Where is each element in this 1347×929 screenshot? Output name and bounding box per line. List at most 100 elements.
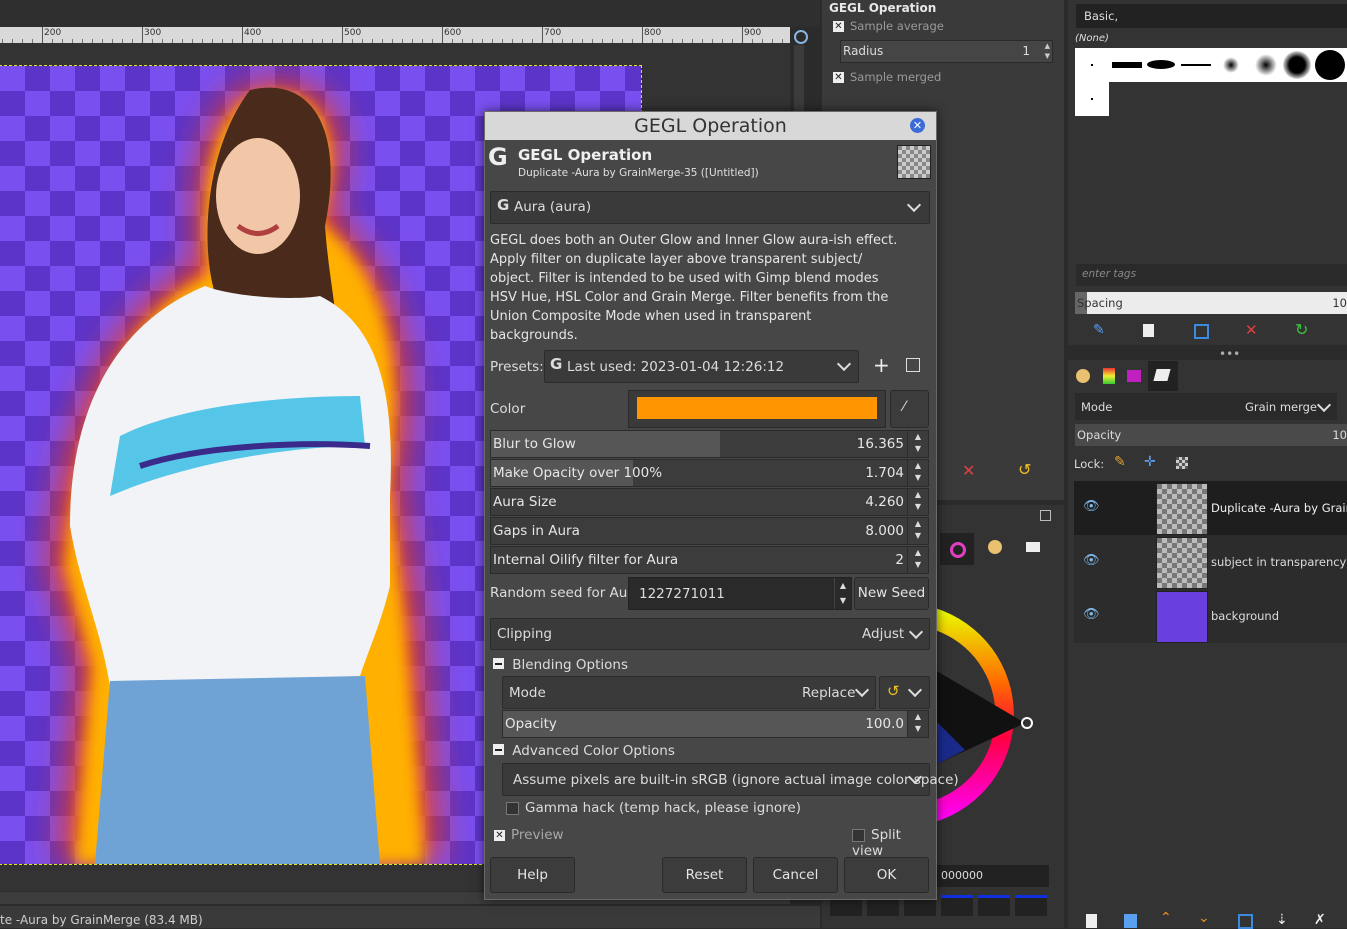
brush-grid[interactable]: [1075, 48, 1347, 82]
spin-arrows-icon[interactable]: ▲ ▼: [834, 578, 851, 609]
spin-arrows-icon[interactable]: ▲ ▼: [907, 518, 928, 544]
new-seed-button[interactable]: New Seed: [854, 577, 929, 610]
split-view-checkbox[interactable]: Split view: [852, 827, 936, 859]
spin-arrows-icon[interactable]: ▲ ▼: [907, 547, 928, 573]
ok-button[interactable]: OK: [844, 857, 929, 893]
help-button[interactable]: Help: [490, 857, 575, 893]
spin-arrows-icon[interactable]: ▲ ▼: [907, 431, 928, 457]
brush-hard[interactable]: [1315, 50, 1345, 80]
blend-opacity-slider[interactable]: Opacity 100.0 ▲ ▼: [502, 710, 929, 738]
hex-field[interactable]: 000000: [937, 865, 1049, 887]
brush-tags-field[interactable]: enter tags: [1076, 264, 1347, 286]
edit-brush-icon[interactable]: ✎: [1093, 322, 1105, 338]
brush-grid-row2[interactable]: [1075, 82, 1109, 116]
operation-select[interactable]: G Aura (aura): [490, 191, 930, 224]
brush-ellipse[interactable]: [1147, 60, 1175, 69]
layer-row[interactable]: 👁 background: [1074, 589, 1347, 643]
seed-input[interactable]: 1227271011 ▲ ▼: [628, 577, 852, 610]
dock-handle-icon[interactable]: •••: [1219, 347, 1240, 361]
eye-icon[interactable]: 👁: [1083, 553, 1100, 568]
param-slider[interactable]: Internal Oilify filter for Aura 2 ▲ ▼: [490, 546, 929, 574]
slider-value: 4.260: [865, 494, 904, 510]
radius-spinner[interactable]: Radius 1 ▲ ▼: [840, 40, 1053, 63]
description-line: backgrounds.: [490, 328, 578, 343]
delete-layer-icon[interactable]: ✗: [1314, 912, 1326, 928]
color-swatch: [637, 397, 877, 419]
color-button[interactable]: [628, 390, 886, 428]
delete-icon[interactable]: ✕: [962, 461, 975, 480]
refresh-brush-icon[interactable]: ↻: [1295, 320, 1308, 339]
brush-soft[interactable]: [1255, 54, 1277, 76]
palette-tab-icon[interactable]: [988, 540, 1002, 554]
swatch[interactable]: [1015, 895, 1047, 916]
close-icon[interactable]: ✕: [910, 118, 925, 133]
dialog-titlebar[interactable]: GEGL Operation ✕: [485, 112, 936, 140]
navigate-icon[interactable]: [794, 30, 808, 44]
add-preset-icon[interactable]: +: [873, 353, 890, 377]
clipping-select[interactable]: Clipping Adjust: [490, 618, 930, 650]
swatch[interactable]: [978, 895, 1010, 916]
brush-soft[interactable]: [1283, 51, 1311, 79]
spacing-slider[interactable]: Spacing 10: [1075, 292, 1347, 314]
sample-average-checkbox[interactable]: ✕ Sample average: [833, 19, 944, 33]
color-label: Color: [490, 401, 526, 417]
brush-dot[interactable]: [1091, 64, 1093, 66]
param-slider[interactable]: Gaps in Aura 8.000 ▲ ▼: [490, 517, 929, 545]
delete-brush-icon[interactable]: ✕: [1245, 321, 1258, 339]
dock-menu-icon[interactable]: [1040, 510, 1051, 521]
new-group-icon[interactable]: [1124, 914, 1137, 928]
eye-icon[interactable]: 👁: [1083, 499, 1100, 514]
reset-button[interactable]: Reset: [662, 857, 747, 893]
color-space-select[interactable]: Assume pixels are built-in sRGB (ignore …: [502, 763, 959, 796]
color-wheel[interactable]: [935, 600, 1055, 830]
eye-icon[interactable]: 👁: [1083, 607, 1100, 622]
param-slider[interactable]: Blur to Glow 16.365 ▲ ▼: [490, 430, 929, 458]
new-layer-icon[interactable]: [1086, 914, 1097, 928]
lower-layer-icon[interactable]: ⌄: [1198, 910, 1210, 926]
spacing-value: 10: [1332, 296, 1347, 310]
cancel-button[interactable]: Cancel: [753, 857, 838, 893]
spin-arrows-icon[interactable]: ▲ ▼: [907, 460, 928, 486]
operation-value: Aura (aura): [514, 199, 592, 215]
lock-position-icon[interactable]: ✛: [1144, 454, 1156, 470]
layer-row[interactable]: 👁 Duplicate -Aura by GrainM: [1074, 481, 1347, 535]
preset-menu-icon[interactable]: [906, 358, 920, 372]
duplicate-layer-icon[interactable]: [1238, 914, 1253, 929]
layer-opacity-slider[interactable]: Opacity 10: [1075, 424, 1347, 446]
brush-filter-field[interactable]: Basic,: [1076, 4, 1347, 28]
param-slider[interactable]: Aura Size 4.260 ▲ ▼: [490, 488, 929, 516]
brush-thin[interactable]: [1181, 64, 1211, 66]
brush-line[interactable]: [1112, 62, 1142, 68]
preview-checkbox[interactable]: ✕ Preview: [494, 827, 564, 843]
brush-soft[interactable]: [1223, 57, 1239, 73]
sample-merged-checkbox[interactable]: ✕ Sample merged: [833, 70, 941, 84]
layer-mode-select[interactable]: Mode Grain merge: [1075, 393, 1337, 420]
param-slider[interactable]: Make Opacity over 100% 1.704 ▲ ▼: [490, 459, 929, 487]
layer-thumbnail: [1156, 537, 1208, 589]
new-brush-icon[interactable]: [1143, 324, 1154, 337]
seed-label: Random seed for Aura: [490, 585, 642, 601]
presets-select[interactable]: G Last used: 2023-01-04 12:26:12: [544, 350, 859, 383]
gradients-tab-icon[interactable]: [1103, 368, 1115, 384]
blend-reset-button[interactable]: ↺: [879, 676, 930, 709]
swatch[interactable]: [941, 895, 973, 916]
patterns-tab-icon[interactable]: [1127, 370, 1141, 382]
spin-arrows-icon[interactable]: ▲ ▼: [1045, 41, 1050, 61]
tool-presets-tab-icon[interactable]: [1076, 369, 1090, 383]
lock-alpha-icon[interactable]: [1176, 457, 1188, 469]
spin-arrows-icon[interactable]: ▲ ▼: [907, 711, 928, 737]
duplicate-brush-icon[interactable]: [1194, 324, 1209, 339]
layer-row[interactable]: 👁 subject in transparency: [1074, 535, 1347, 589]
raise-layer-icon[interactable]: ⌃: [1160, 910, 1172, 926]
blend-mode-select[interactable]: Mode Replace: [502, 676, 876, 709]
merge-layer-icon[interactable]: ⇣: [1276, 912, 1288, 928]
color-picker-button[interactable]: ⁄: [890, 390, 929, 428]
advanced-expander[interactable]: Advanced Color Options: [493, 743, 675, 759]
gamma-hack-checkbox[interactable]: Gamma hack (temp hack, please ignore): [506, 800, 801, 816]
scales-tab-icon[interactable]: [1026, 542, 1040, 552]
opacity-value: 10: [1332, 428, 1347, 442]
lock-pixels-icon[interactable]: ✎: [1114, 454, 1126, 470]
reset-icon[interactable]: ↺: [1018, 460, 1031, 479]
spin-arrows-icon[interactable]: ▲ ▼: [907, 489, 928, 515]
blending-expander[interactable]: Blending Options: [493, 657, 628, 673]
